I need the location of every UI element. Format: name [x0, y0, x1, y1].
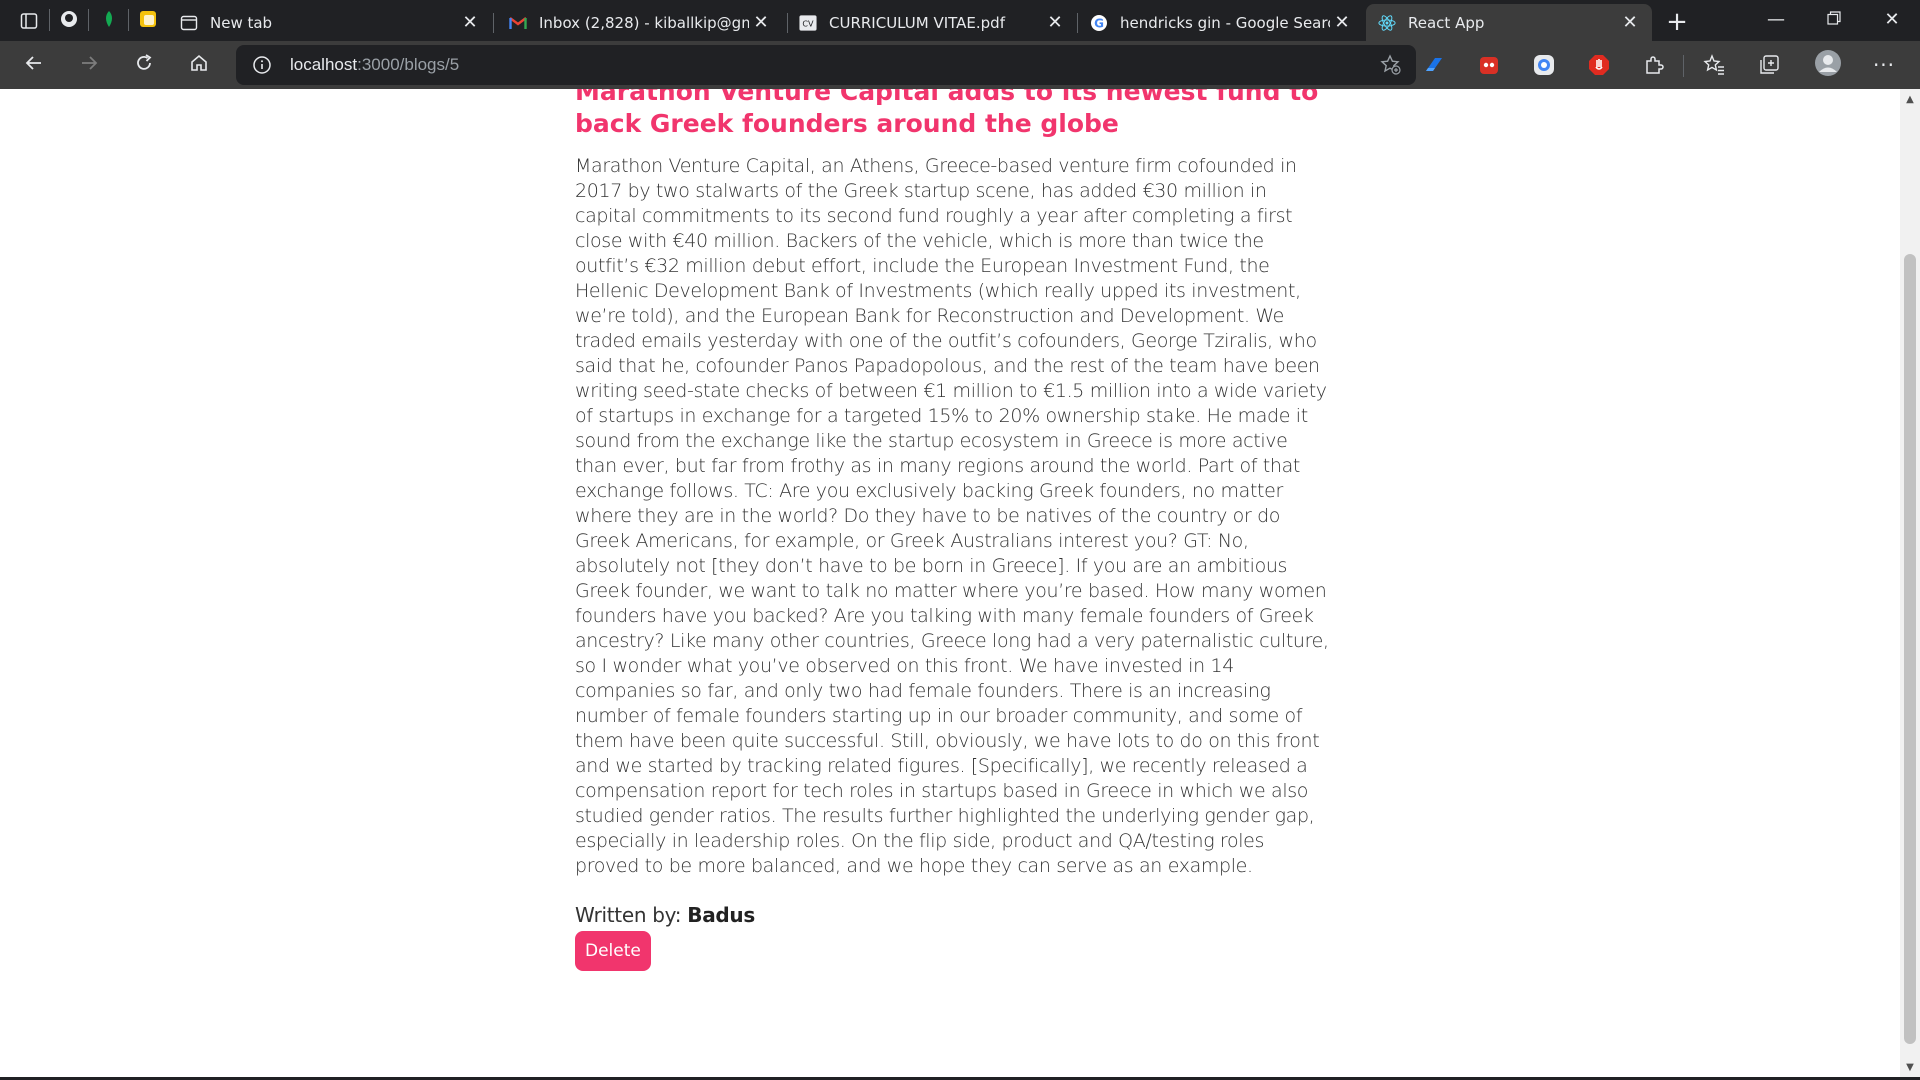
reload-button[interactable] [126, 47, 162, 83]
tab-title: hendricks gin - Google Search [1120, 13, 1330, 32]
pinned-tab-github[interactable] [54, 7, 84, 35]
pdf-cv-icon: CV [799, 14, 817, 32]
collections-icon[interactable] [1755, 51, 1783, 79]
scroll-down-icon[interactable]: ▼ [1900, 1057, 1920, 1077]
pinned-tab-notes[interactable] [133, 7, 163, 35]
blog-title: Marathon Venture Capital adds to its new… [575, 89, 1319, 138]
restore-button[interactable] [1806, 0, 1862, 38]
tab-new-tab[interactable]: New tab ✕ [168, 4, 492, 41]
divider [88, 9, 89, 31]
tab-strip: New tab ✕ Inbox (2,828) - kiballkip@gmai… [0, 0, 1920, 41]
author-name: Badus [687, 903, 755, 927]
divider [1683, 55, 1684, 77]
favorites-icon[interactable] [1700, 51, 1728, 79]
page-viewport: Marathon Venture Capital adds to its new… [0, 89, 1920, 1077]
tab-google-search[interactable]: G hendricks gin - Google Search ✕ [1078, 4, 1364, 41]
blog-details: Marathon Venture Capital adds to its new… [575, 89, 1330, 971]
extension-adblock-icon[interactable] [1585, 51, 1613, 79]
tab-react-app[interactable]: React App ✕ [1366, 4, 1652, 41]
scrollbar-thumb[interactable] [1904, 254, 1916, 1044]
tab-title: Inbox (2,828) - kiballkip@gmail [539, 13, 749, 32]
extension-red-icon[interactable] [1475, 51, 1503, 79]
extension-dev-icon[interactable] [1420, 51, 1448, 79]
forward-button[interactable] [71, 47, 107, 83]
address-bar[interactable]: localhost:3000/blogs/5 [236, 45, 1416, 85]
home-button[interactable] [181, 47, 217, 83]
close-window-button[interactable]: ✕ [1864, 0, 1920, 38]
close-icon[interactable]: ✕ [1330, 11, 1354, 35]
divider [49, 9, 50, 31]
close-icon: ✕ [1884, 8, 1900, 30]
settings-more-button[interactable]: ··· [1870, 51, 1898, 79]
arrow-right-icon [79, 53, 99, 77]
divider [493, 13, 494, 33]
new-tab-icon [180, 14, 198, 32]
tab-title: React App [1408, 13, 1485, 32]
blog-body: Marathon Venture Capital, an Athens, Gre… [575, 155, 1329, 877]
profile-avatar[interactable] [1813, 50, 1843, 80]
delete-button[interactable]: Delete [575, 931, 651, 971]
react-icon [1378, 14, 1396, 32]
google-icon: G [1090, 14, 1108, 32]
svg-text:CV: CV [802, 18, 814, 28]
url-host: localhost [290, 55, 358, 74]
url-text: localhost:3000/blogs/5 [290, 55, 459, 75]
extension-shield-icon[interactable] [1530, 51, 1558, 79]
tab-title: CURRICULUM VITAE.pdf [829, 13, 1005, 32]
tab-title: New tab [210, 13, 273, 32]
minimize-button[interactable]: — [1748, 0, 1804, 38]
home-icon [189, 53, 209, 77]
browser-toolbar: localhost:3000/blogs/5 ··· [0, 41, 1920, 89]
close-icon[interactable]: ✕ [749, 11, 773, 35]
gmail-icon [509, 14, 527, 32]
divider [128, 9, 129, 31]
info-icon[interactable] [250, 53, 274, 77]
plus-icon: + [1666, 7, 1688, 37]
author-prefix: Written by: [575, 903, 682, 927]
svg-text:G: G [1094, 16, 1104, 30]
new-tab-button[interactable]: + [1660, 7, 1694, 37]
minimize-icon: — [1767, 8, 1785, 30]
close-icon[interactable]: ✕ [1618, 11, 1642, 35]
arrow-left-icon [24, 53, 44, 77]
close-icon[interactable]: ✕ [1043, 11, 1067, 35]
pinned-tab-mongodb[interactable] [94, 7, 124, 35]
back-button[interactable] [16, 47, 52, 83]
tab-pdf[interactable]: CV CURRICULUM VITAE.pdf ✕ [787, 4, 1077, 41]
tab-actions-icon[interactable] [17, 9, 41, 33]
notes-icon [139, 10, 157, 32]
url-path: :3000/blogs/5 [357, 55, 460, 74]
avatar-icon [1814, 49, 1842, 81]
scroll-up-icon[interactable]: ▲ [1900, 89, 1920, 109]
scrollbar[interactable]: ▲ ▼ [1900, 89, 1920, 1077]
tab-gmail[interactable]: Inbox (2,828) - kiballkip@gmail ✕ [497, 4, 783, 41]
mongodb-icon [101, 10, 117, 32]
extensions-puzzle-icon[interactable] [1640, 51, 1668, 79]
close-icon[interactable]: ✕ [458, 11, 482, 35]
add-favorite-icon[interactable] [1378, 52, 1404, 78]
blog-author: Written by: Badus [575, 903, 1330, 927]
more-dots-icon: ··· [1872, 53, 1896, 77]
github-icon [60, 10, 78, 32]
restore-icon [1827, 9, 1841, 30]
reload-icon [134, 53, 154, 77]
